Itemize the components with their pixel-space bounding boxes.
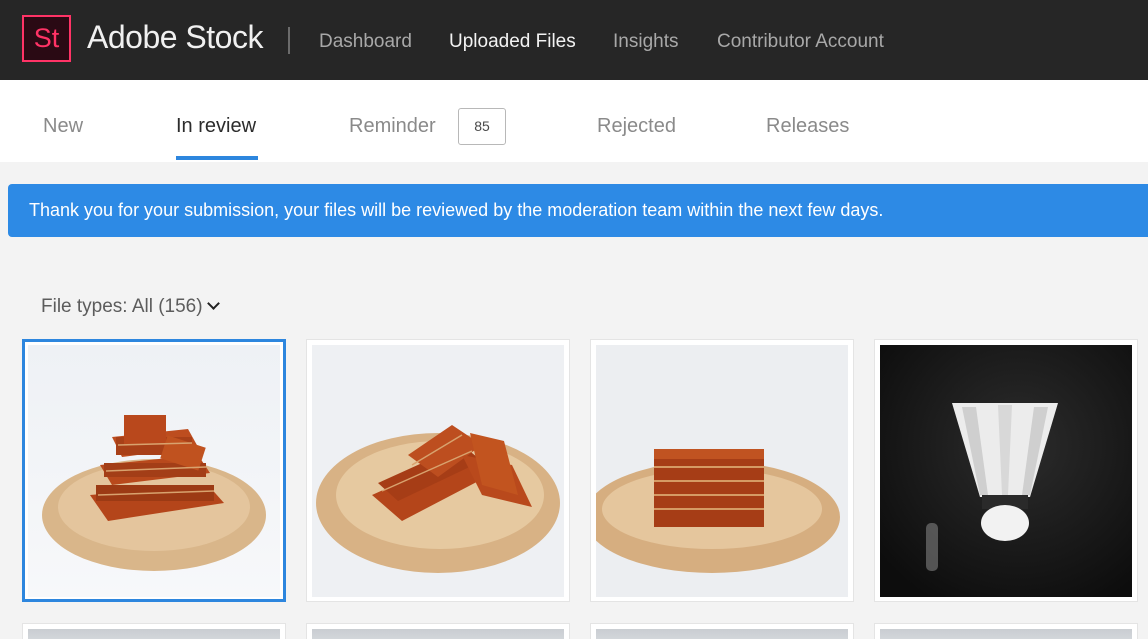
- tab-in-review[interactable]: In review: [176, 113, 256, 139]
- file-thumbnail-card[interactable]: [874, 623, 1138, 639]
- submission-info-banner: Thank you for your submission, your file…: [8, 184, 1148, 237]
- file-type-filter[interactable]: File types: All (156): [41, 294, 220, 320]
- layered-cake-image: [312, 345, 564, 597]
- file-thumbnail-card[interactable]: [590, 339, 854, 602]
- brand-divider: [288, 27, 290, 54]
- file-thumbnail-card[interactable]: [590, 623, 854, 639]
- nav-dashboard[interactable]: Dashboard: [319, 30, 412, 54]
- tab-reminder[interactable]: Reminder: [349, 113, 436, 139]
- tab-releases[interactable]: Releases: [766, 113, 849, 139]
- thumbnail-image: [880, 345, 1132, 597]
- layered-cake-image: [596, 345, 848, 597]
- file-thumbnail-card[interactable]: [874, 339, 1138, 602]
- status-tabs: New In review Reminder 85 Rejected Relea…: [0, 80, 1148, 162]
- brand-title[interactable]: Adobe Stock: [87, 16, 263, 58]
- nav-contributor-account[interactable]: Contributor Account: [717, 30, 884, 54]
- adobe-stock-logo[interactable]: St: [22, 15, 71, 62]
- chevron-down-icon: [206, 297, 220, 310]
- thumbnail-image: [880, 629, 1132, 639]
- tab-rejected[interactable]: Rejected: [597, 113, 676, 139]
- nav-uploaded-files[interactable]: Uploaded Files: [449, 30, 576, 54]
- file-thumbnail-card[interactable]: [22, 339, 286, 602]
- thumbnail-image: [312, 629, 564, 639]
- file-type-filter-label: File types: All (156): [41, 296, 203, 317]
- file-thumbnail-card[interactable]: [306, 623, 570, 639]
- layered-cake-image: [28, 345, 280, 597]
- tab-new[interactable]: New: [43, 113, 83, 139]
- nav-insights[interactable]: Insights: [613, 30, 678, 54]
- thumbnail-image: [28, 629, 280, 639]
- file-thumbnail-card[interactable]: [306, 339, 570, 602]
- active-tab-indicator: [176, 156, 258, 160]
- thumbnail-image: [596, 345, 848, 597]
- reminder-count-badge: 85: [458, 108, 506, 145]
- shuttlecock-image: [880, 345, 1132, 597]
- thumbnail-image: [596, 629, 848, 639]
- top-navigation-bar: St Adobe Stock Dashboard Uploaded Files …: [0, 0, 1148, 80]
- thumbnail-image: [28, 345, 280, 597]
- thumbnail-image: [312, 345, 564, 597]
- file-thumbnail-card[interactable]: [22, 623, 286, 639]
